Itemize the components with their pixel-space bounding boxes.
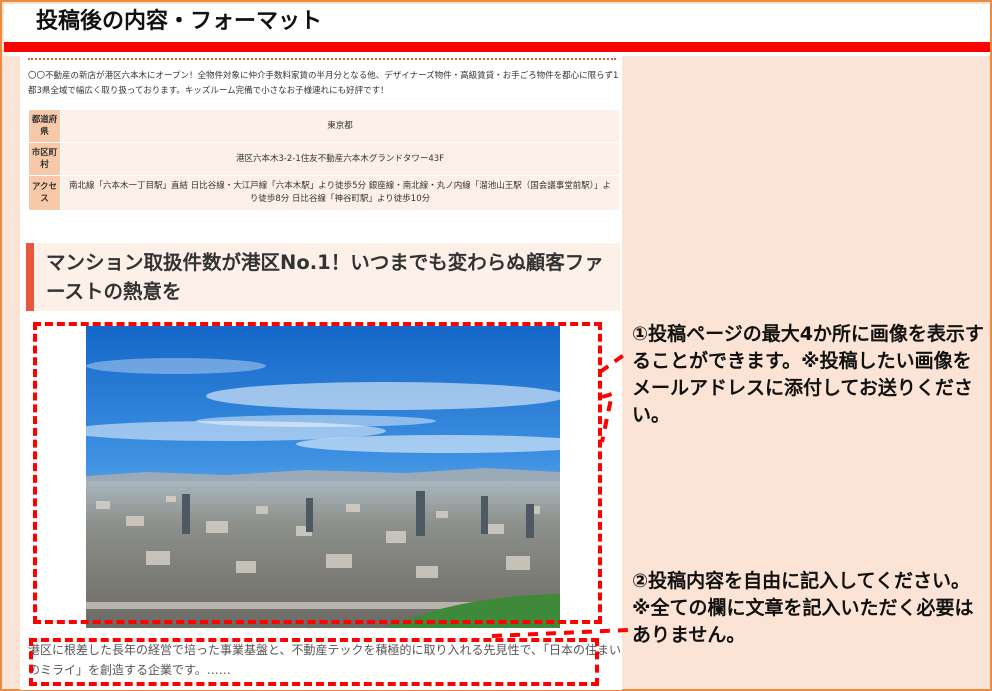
- callout-note-text: ②投稿内容を自由に記入してください。※全ての欄に文章を記入いただく必要はありませ…: [632, 570, 974, 646]
- slide-frame: 投稿後の内容・フォーマット 〇〇不動産の新店が港区六本木にオープン！全物件対象に…: [0, 0, 992, 691]
- callout-note-images: ①投稿ページの最大4か所に画像を表示することができます。※投稿したい画像をメール…: [632, 323, 984, 426]
